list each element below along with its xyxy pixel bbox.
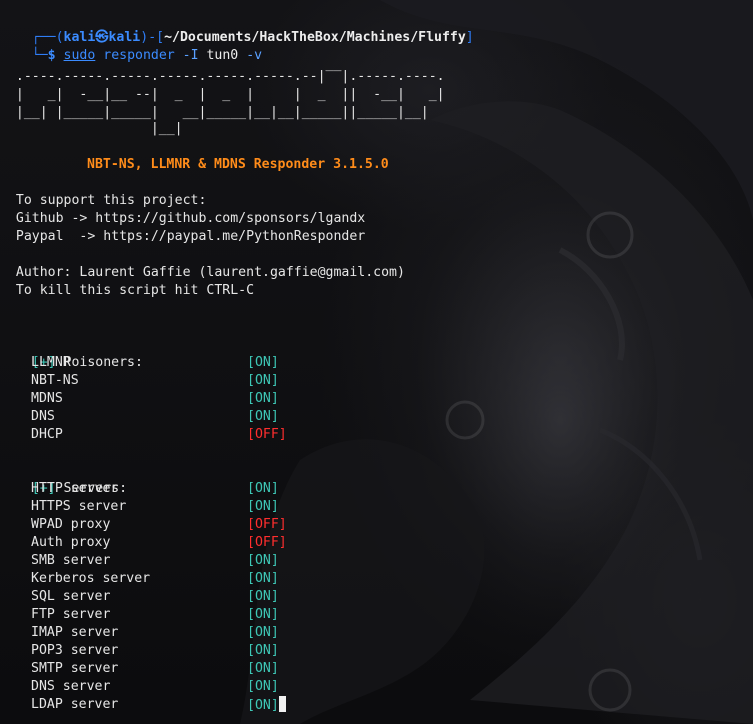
github-link-text: Github -> https://github.com/sponsors/lg…: [0, 211, 366, 226]
servers-row: LDAP server [ON]: [0, 696, 753, 714]
author-text: Author: Laurent Gaffie (laurent.gaffie@g…: [0, 265, 405, 280]
poisoners-item-status: [ON]: [247, 409, 279, 424]
servers-row: POP3 server [ON]: [0, 642, 753, 660]
poisoners-row: MDNS [ON]: [0, 390, 753, 408]
poisoners-row: DHCP [OFF]: [0, 426, 753, 444]
servers-item-status: [ON]: [247, 589, 279, 604]
servers-item-name: IMAP server: [31, 625, 119, 640]
poisoners-row: NBT-NS [ON]: [0, 372, 753, 390]
poisoners-item-status: [ON]: [247, 391, 279, 406]
poisoners-item-status: [OFF]: [247, 427, 287, 442]
responder-title: NBT-NS, LLMNR & MDNS Responder 3.1.5.0: [87, 157, 389, 172]
poisoners-item-status: [ON]: [247, 373, 279, 388]
poisoners-item-status: [ON]: [247, 355, 279, 370]
poisoners-item-name: NBT-NS: [31, 373, 79, 388]
poisoners-item-name: LLMNR: [31, 355, 71, 370]
servers-row: Auth proxy [OFF]: [0, 534, 753, 552]
servers-item-name: DNS server: [31, 679, 111, 694]
paypal-link-text: Paypal -> https://paypal.me/PythonRespon…: [0, 229, 366, 244]
servers-item-status: [ON]: [247, 679, 279, 694]
poisoners-item-name: MDNS: [31, 391, 63, 406]
servers-item-status: [ON]: [247, 499, 279, 514]
servers-item-status: [ON]: [247, 607, 279, 622]
servers-row: Kerberos server [ON]: [0, 570, 753, 588]
servers-item-name: HTTP server: [31, 481, 119, 496]
terminal-cursor: [278, 696, 286, 712]
servers-row: HTTP server [ON]: [0, 480, 753, 498]
servers-row: HTTPS server [ON]: [0, 498, 753, 516]
command-line[interactable]: └─$ sudo responder -I tun0 -v: [0, 29, 262, 63]
banner-line: | _| -__|__ --| _ | _ | | _ || -__| _|: [0, 87, 445, 102]
servers-item-name: Auth proxy: [31, 535, 111, 550]
servers-row: DNS server [ON]: [0, 678, 753, 696]
servers-item-status: [ON]: [247, 696, 286, 715]
servers-item-name: POP3 server: [31, 643, 119, 658]
servers-row: SQL server [ON]: [0, 588, 753, 606]
poisoners-heading: [+] Poisoners:: [0, 336, 143, 370]
servers-item-name: HTTPS server: [31, 499, 127, 514]
servers-item-status: [ON]: [247, 661, 279, 676]
servers-row: SMTP server [ON]: [0, 660, 753, 678]
servers-item-name: SMB server: [31, 553, 111, 568]
prompt-frame-end: ]: [465, 30, 474, 45]
poisoners-row: DNS [ON]: [0, 408, 753, 426]
servers-item-status: [ON]: [247, 571, 279, 586]
servers-item-name: WPAD proxy: [31, 517, 111, 532]
servers-item-status: [ON]: [247, 553, 279, 568]
servers-item-status: [OFF]: [247, 535, 287, 550]
banner-line: |__|: [0, 121, 183, 136]
kill-hint-text: To kill this script hit CTRL-C: [0, 283, 255, 298]
servers-row: IMAP server [ON]: [0, 624, 753, 642]
terminal-window[interactable]: ┌──(kali㉿kali)-[~/Documents/HackTheBox/M…: [0, 0, 753, 724]
servers-item-status: [OFF]: [247, 517, 287, 532]
servers-item-name: SQL server: [31, 589, 111, 604]
servers-item-status: [ON]: [247, 481, 279, 496]
servers-row: FTP server [ON]: [0, 606, 753, 624]
servers-item-status: [ON]: [247, 643, 279, 658]
poisoners-item-name: DNS: [31, 409, 55, 424]
servers-item-name: Kerberos server: [31, 571, 151, 586]
banner-line: .----.-----.-----.-----.-----.-----.--| …: [0, 69, 445, 84]
poisoners-item-name: DHCP: [31, 427, 63, 442]
servers-item-name: LDAP server: [31, 697, 119, 712]
servers-row: SMB server [ON]: [0, 552, 753, 570]
support-text: To support this project:: [0, 193, 207, 208]
servers-item-status: [ON]: [247, 625, 279, 640]
servers-heading: [+] Servers:: [0, 462, 127, 496]
servers-row: WPAD proxy [OFF]: [0, 516, 753, 534]
prompt-header-line: ┌──(kali㉿kali)-[~/Documents/HackTheBox/M…: [0, 11, 474, 45]
servers-item-name: SMTP server: [31, 661, 119, 676]
servers-item-name: FTP server: [31, 607, 111, 622]
poisoners-row: LLMNR [ON]: [0, 354, 753, 372]
